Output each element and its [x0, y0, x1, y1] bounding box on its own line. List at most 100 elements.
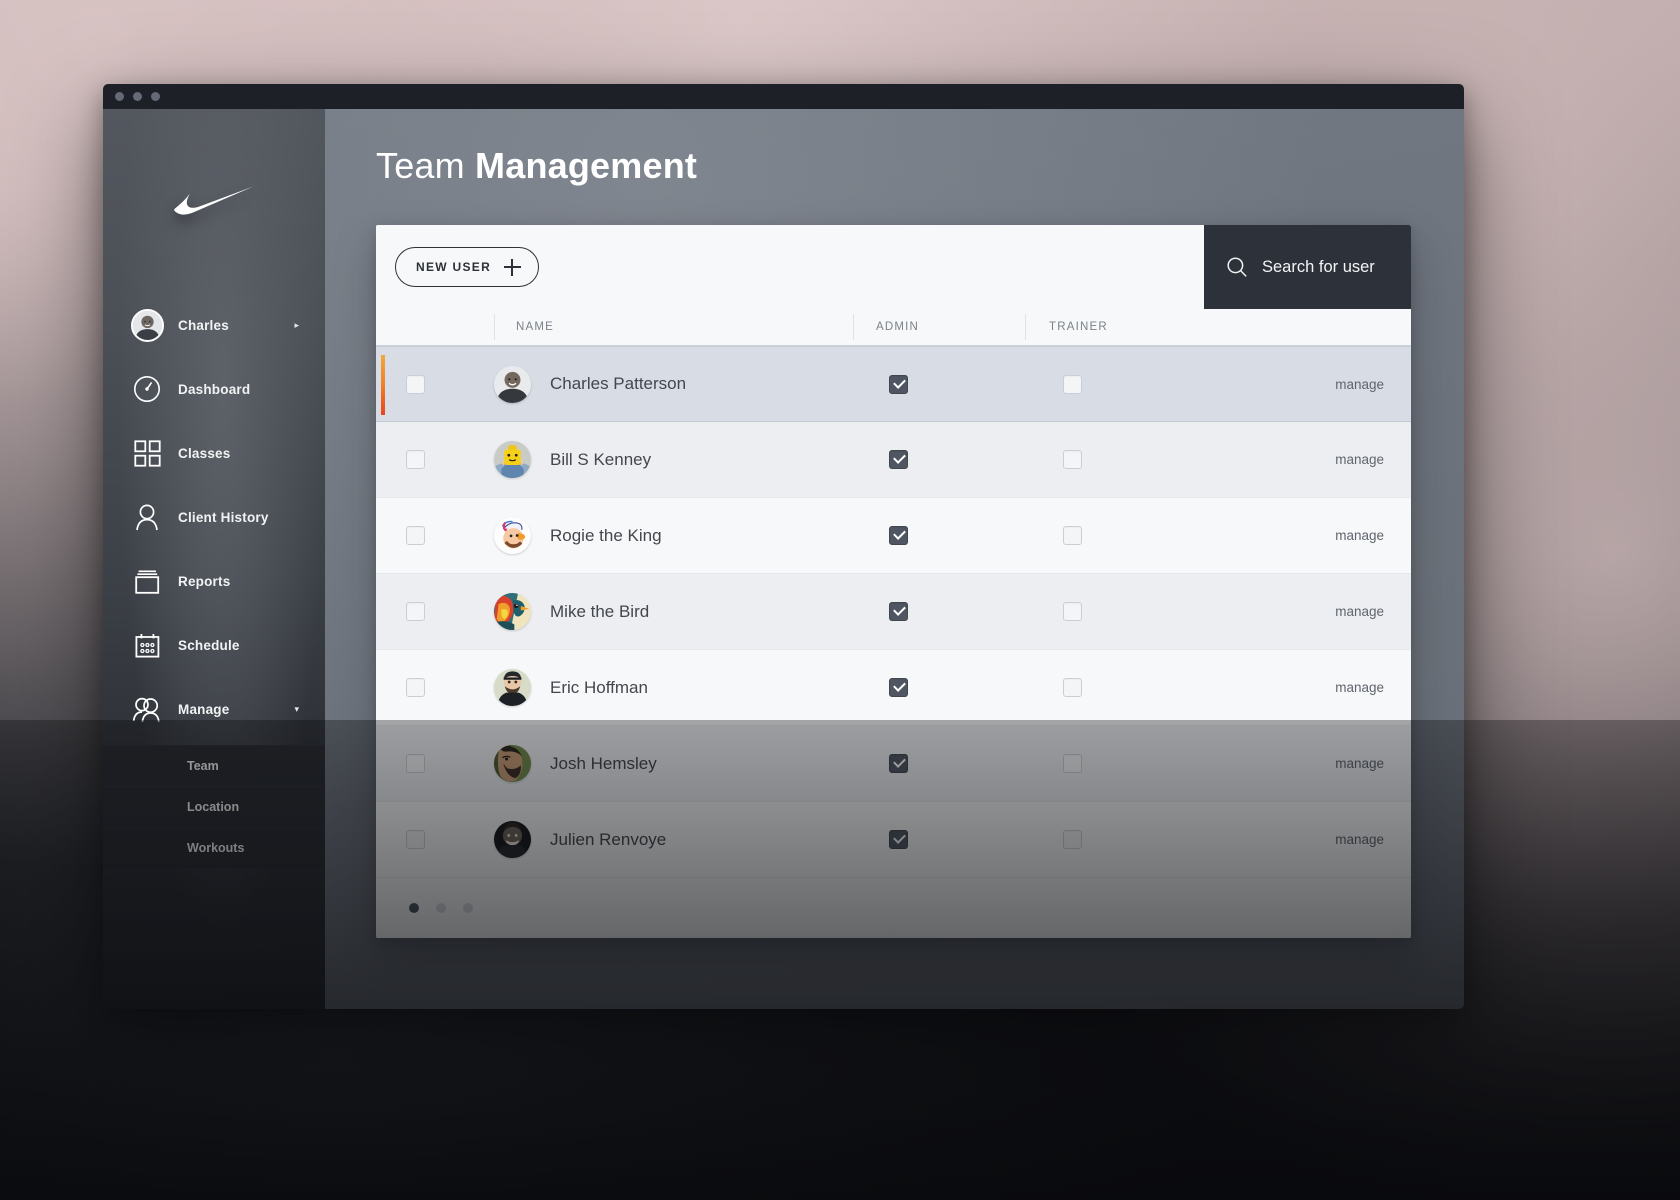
sidebar-item-schedule[interactable]: Schedule — [103, 613, 325, 677]
column-header-name[interactable]: NAME — [494, 314, 853, 340]
row-select-checkbox[interactable] — [406, 754, 425, 773]
sidebar-subitem-label: Location — [187, 800, 240, 814]
admin-checkbox[interactable] — [889, 602, 908, 621]
row-select-checkbox[interactable] — [406, 526, 425, 545]
search-input-placeholder: Search for user — [1262, 257, 1375, 276]
user-name-cell: Rogie the King — [494, 498, 853, 573]
row-select-cell — [376, 650, 494, 725]
admin-cell — [853, 650, 1025, 725]
user-name-label: Charles Patterson — [550, 374, 687, 393]
user-name-cell: Bill S Kenney — [494, 422, 853, 497]
manage-link[interactable]: manage — [1335, 452, 1384, 467]
trainer-cell — [1025, 574, 1241, 649]
avatar — [494, 669, 531, 706]
trainer-checkbox[interactable] — [1063, 602, 1082, 621]
pagination-dot-2[interactable] — [436, 903, 446, 913]
sidebar-item-classes[interactable]: Classes — [103, 421, 325, 485]
sidebar-item-workouts[interactable]: Workouts — [103, 827, 325, 868]
pagination-dot-1[interactable] — [409, 903, 419, 913]
page-title-bold: Management — [475, 145, 698, 186]
row-select-checkbox[interactable] — [406, 830, 425, 849]
trainer-cell — [1025, 498, 1241, 573]
row-select-checkbox[interactable] — [406, 602, 425, 621]
sidebar-item-label: Charles — [178, 317, 229, 333]
admin-checkbox[interactable] — [889, 450, 908, 469]
admin-checkbox[interactable] — [889, 374, 908, 394]
trainer-checkbox[interactable] — [1063, 374, 1082, 394]
row-select-checkbox[interactable] — [406, 374, 425, 394]
trainer-checkbox[interactable] — [1063, 678, 1082, 697]
table-row[interactable]: Charles Patterson manage — [376, 346, 1411, 422]
row-select-cell — [376, 498, 494, 573]
sidebar-item-location[interactable]: Location — [103, 786, 325, 827]
sidebar-item-team[interactable]: Team — [103, 745, 325, 786]
window-body: Charles ▸ Dashboard Classes Client Histo… — [103, 109, 1464, 1009]
sidebar-item-label: Dashboard — [178, 381, 251, 397]
search-user-field[interactable]: Search for user — [1204, 225, 1411, 309]
page-title-light: Team — [376, 145, 465, 186]
main-content: Team Management NEW USER Search for user… — [325, 109, 1464, 1009]
admin-cell — [853, 347, 1025, 421]
table-row[interactable]: Julien Renvoye manage — [376, 802, 1411, 878]
manage-link[interactable]: manage — [1335, 377, 1384, 392]
admin-checkbox[interactable] — [889, 678, 908, 697]
manage-cell: manage — [1241, 422, 1411, 497]
manage-cell: manage — [1241, 802, 1411, 877]
manage-link[interactable]: manage — [1335, 832, 1384, 847]
user-name-cell: Julien Renvoye — [494, 802, 853, 877]
admin-checkbox[interactable] — [889, 830, 908, 849]
manage-link[interactable]: manage — [1335, 528, 1384, 543]
sidebar-item-reports[interactable]: Reports — [103, 549, 325, 613]
row-select-checkbox[interactable] — [406, 450, 425, 469]
sidebar-item-client-history[interactable]: Client History — [103, 485, 325, 549]
search-icon — [1227, 257, 1247, 277]
trainer-checkbox[interactable] — [1063, 526, 1082, 545]
close-window-button[interactable] — [115, 92, 124, 101]
table-row[interactable]: Josh Hemsley manage — [376, 726, 1411, 802]
pagination — [376, 878, 1411, 938]
user-avatar-icon — [130, 308, 164, 342]
manage-link[interactable]: manage — [1335, 680, 1384, 695]
manage-cell: manage — [1241, 574, 1411, 649]
row-select-checkbox[interactable] — [406, 678, 425, 697]
user-name-label: Josh Hemsley — [550, 753, 657, 773]
admin-cell — [853, 802, 1025, 877]
column-header-trainer[interactable]: TRAINER — [1025, 314, 1241, 340]
manage-cell: manage — [1241, 726, 1411, 801]
sidebar-item-label: Classes — [178, 445, 231, 461]
toolbar-left: NEW USER — [376, 225, 1204, 309]
calendar-icon — [130, 628, 164, 662]
gauge-icon — [130, 372, 164, 406]
trainer-cell — [1025, 422, 1241, 497]
user-name-label: Julien Renvoye — [550, 829, 667, 849]
pagination-dot-3[interactable] — [463, 903, 473, 913]
minimize-window-button[interactable] — [133, 92, 142, 101]
column-header-admin[interactable]: ADMIN — [853, 314, 1025, 340]
table-row[interactable]: Bill S Kenney manage — [376, 422, 1411, 498]
nike-swoosh-icon — [174, 186, 254, 215]
table-row[interactable]: Mike the Bird manage — [376, 574, 1411, 650]
admin-cell — [853, 498, 1025, 573]
user-name-label: Rogie the King — [550, 525, 662, 545]
sidebar-nav: Charles ▸ Dashboard Classes Client Histo… — [103, 291, 325, 868]
chevron-down-icon: ▾ — [294, 703, 299, 714]
trainer-checkbox[interactable] — [1063, 830, 1082, 849]
sidebar-subitem-label: Workouts — [187, 841, 245, 855]
new-user-button[interactable]: NEW USER — [395, 247, 540, 287]
admin-checkbox[interactable] — [889, 526, 908, 545]
sidebar-item-label: Client History — [178, 509, 269, 525]
manage-link[interactable]: manage — [1335, 604, 1384, 619]
app-window: Charles ▸ Dashboard Classes Client Histo… — [103, 84, 1464, 1009]
manage-link[interactable]: manage — [1335, 756, 1384, 771]
admin-checkbox[interactable] — [889, 754, 908, 773]
table-row[interactable]: Eric Hoffman manage — [376, 650, 1411, 726]
sidebar-item-manage[interactable]: Manage ▾ — [103, 677, 325, 741]
user-name-label: Bill S Kenney — [550, 449, 652, 469]
sidebar-item-label: Schedule — [178, 637, 240, 653]
maximize-window-button[interactable] — [151, 92, 160, 101]
sidebar-item-dashboard[interactable]: Dashboard — [103, 357, 325, 421]
table-row[interactable]: Rogie the King manage — [376, 498, 1411, 574]
trainer-checkbox[interactable] — [1063, 450, 1082, 469]
trainer-checkbox[interactable] — [1063, 754, 1082, 773]
sidebar-item-charles[interactable]: Charles ▸ — [103, 293, 325, 357]
